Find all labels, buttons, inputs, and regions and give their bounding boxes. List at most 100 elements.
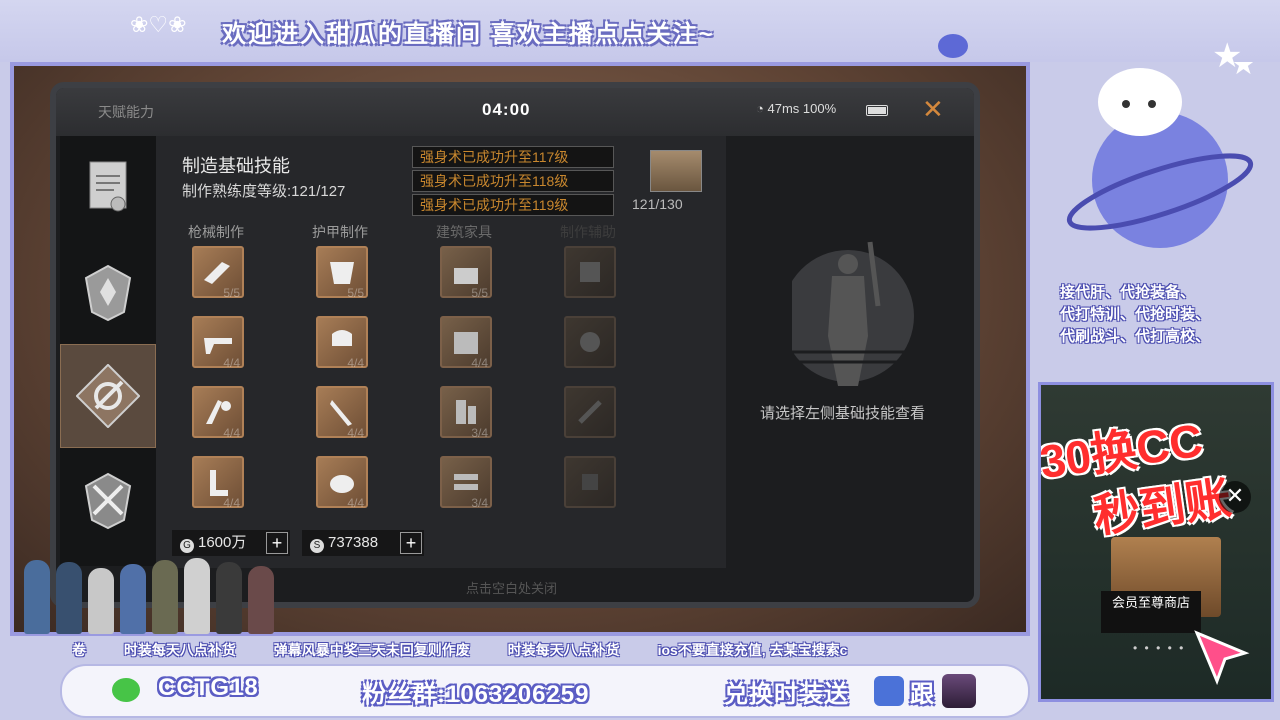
character-avatar [152, 560, 178, 634]
clock: 04:00 [482, 100, 531, 119]
skill-level: 4/4 [223, 356, 240, 370]
welcome-banner-text: 欢迎进入甜瓜的直播间 喜欢主播点点关注~ [222, 21, 715, 48]
notification-item: 强身术已成功升至119级 [412, 194, 614, 216]
category-sidebar [60, 136, 156, 566]
service-line: 代刷战斗、代打高校、 [1060, 328, 1211, 345]
skill-level: 5/5 [347, 286, 364, 300]
game-window: 天赋能力 04:00 ◔ 47ms 100% ✕ 制造基础技能 制作熟练度等级:… [50, 82, 980, 608]
notification-list: 强身术已成功升至117级 强身术已成功升至118级 强身术已成功升至119级 [412, 146, 614, 218]
portrait-count: 121/130 [632, 196, 683, 212]
skill-level: 4/4 [347, 356, 364, 370]
skill-detail-area[interactable]: 请选择左侧基础技能查看 [736, 136, 972, 568]
skill-level: 4/4 [347, 496, 364, 510]
character-avatar [216, 562, 242, 634]
status-bar: 天赋能力 04:00 ◔ 47ms 100% ✕ [56, 88, 974, 136]
shield-emblem-icon [84, 264, 132, 322]
character-avatar [184, 558, 210, 634]
ticker-item: ios不要直接充值, 去某宝搜索c [657, 642, 848, 658]
game-app-icon [942, 674, 976, 708]
character-avatar [56, 562, 82, 634]
skill-level: 4/4 [471, 356, 488, 370]
battery-percent: 100% [802, 101, 837, 116]
character-lineup [20, 548, 290, 634]
skill-icon-firearm-2[interactable]: 4/4 [192, 316, 244, 370]
skill-icon-aux-4[interactable] [564, 456, 616, 508]
close-icon[interactable]: ✕ [1219, 481, 1251, 513]
skill-icon-aux-1[interactable] [564, 246, 616, 298]
ticker-item: 时装每天八点补货 [123, 642, 236, 658]
store-label: 会员至尊商店 [1101, 591, 1201, 633]
crossed-tools-icon [84, 472, 132, 530]
fan-group-number: 粉丝群:1063206259 [362, 681, 590, 708]
skill-level: 4/4 [223, 426, 240, 440]
planet-icon [938, 34, 968, 58]
skill-icon-aux-2[interactable] [564, 316, 616, 368]
character-avatar [88, 568, 114, 634]
service-list: 接代肝、代抢装备、 代打特训、代抢时装、 代刷战斗、代打高校、 [1060, 282, 1274, 348]
svg-text:★: ★ [1230, 62, 1257, 82]
add-silver-button[interactable]: + [400, 532, 422, 554]
top-banner: ❀♡❀ 欢迎进入甜瓜的直播间 喜欢主播点点关注~ ★ [0, 0, 1280, 75]
tap-to-close-hint[interactable]: 点击空白处关闭 [466, 578, 557, 597]
skill-icon-building-4[interactable]: 3/4 [440, 456, 492, 510]
currency-silver: S 737388 + [302, 530, 424, 556]
skill-icon-firearm-1[interactable]: 5/5 [192, 246, 244, 300]
follow-text: 跟 [910, 681, 935, 708]
skill-icon-armor-4[interactable]: 4/4 [316, 456, 368, 510]
promo-banner[interactable]: 30换CC 秒到账 会员至尊商店 • • • • • ✕ [1038, 382, 1274, 702]
skill-level: 3/4 [471, 426, 488, 440]
skill-icon-armor-2[interactable]: 4/4 [316, 316, 368, 370]
character-portrait[interactable] [650, 150, 702, 192]
proficiency-level: 制作熟练度等级:121/127 [182, 183, 346, 200]
close-icon[interactable]: ✕ [922, 94, 944, 124]
skill-icon-building-2[interactable]: 4/4 [440, 316, 492, 370]
panel-title: 制造基础技能 [182, 156, 290, 176]
tab-weapons[interactable] [60, 448, 156, 552]
heart-wings-icon: ❀♡❀ [130, 12, 187, 37]
skill-panel: 制造基础技能 制作熟练度等级:121/127 强身术已成功升至117级 强身术已… [156, 136, 726, 568]
wechat-icon [112, 678, 140, 702]
skill-level: 5/5 [223, 286, 240, 300]
contact-row: CCTG18 粉丝群:1063206259 兑换时装送 跟 [60, 664, 1030, 718]
wifi-icon: ◔ [756, 101, 764, 116]
skill-level: 3/4 [471, 496, 488, 510]
skill-icon-firearm-3[interactable]: 4/4 [192, 386, 244, 440]
pointer-cursor-icon [1194, 630, 1250, 686]
column-header-building: 建筑家具 [436, 224, 492, 240]
skill-level: 4/4 [347, 426, 364, 440]
latency: 47ms [767, 101, 800, 116]
character-avatar [24, 560, 50, 634]
exchange-text: 兑换时装送 [724, 681, 849, 708]
soldier-silhouette-icon [792, 241, 914, 386]
notification-item: 强身术已成功升至117级 [412, 146, 614, 168]
tab-crafting[interactable] [60, 344, 156, 448]
silver-coin-icon: S [310, 539, 324, 553]
follow-badge-icon [874, 676, 904, 706]
network-status: ◔ 47ms 100% [756, 101, 836, 116]
skill-icon-building-3[interactable]: 3/4 [440, 386, 492, 440]
wechat-id: CCTG18 [158, 674, 259, 701]
skill-icon-aux-3[interactable] [564, 386, 616, 438]
skill-icon-building-1[interactable]: 5/5 [440, 246, 492, 300]
character-avatar [248, 566, 274, 634]
scrolling-ticker: 卷 时装每天八点补货 弹幕风暴中奖三天未回复则作废 时装每天八点补货 ios不要… [72, 639, 972, 661]
character-avatar [120, 564, 146, 634]
certificate-icon [89, 161, 127, 212]
skill-icon-firearm-4[interactable]: 4/4 [192, 456, 244, 510]
service-line: 接代肝、代抢装备、 [1060, 284, 1196, 301]
talent-tab-label[interactable]: 天赋能力 [98, 102, 154, 122]
column-header-armor: 护甲制作 [312, 224, 368, 240]
column-header-firearms: 枪械制作 [188, 224, 244, 240]
skill-icon-armor-1[interactable]: 5/5 [316, 246, 368, 300]
column-header-auxiliary: 制作辅助 [560, 224, 616, 240]
tab-emblem[interactable] [60, 240, 156, 344]
service-line: 代打特训、代抢时装、 [1060, 306, 1211, 323]
carousel-dots[interactable]: • • • • • [1133, 641, 1185, 655]
skill-icon-armor-3[interactable]: 4/4 [316, 386, 368, 440]
notification-item: 强身术已成功升至118级 [412, 170, 614, 192]
tab-certificate[interactable] [60, 136, 156, 240]
ticker-item: 弹幕风暴中奖三天未回复则作废 [273, 642, 470, 658]
silver-amount: 737388 [328, 534, 379, 551]
skill-level: 5/5 [471, 286, 488, 300]
battery-icon [866, 105, 888, 116]
